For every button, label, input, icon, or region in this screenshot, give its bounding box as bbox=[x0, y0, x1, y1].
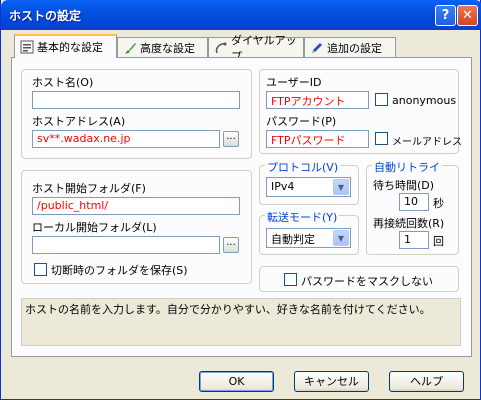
cancel-button[interactable]: キャンセル bbox=[294, 371, 369, 392]
brush-icon bbox=[123, 41, 137, 55]
transfer-mode-value: 自動判定 bbox=[271, 233, 315, 246]
password-input[interactable]: FTPパスワード bbox=[266, 130, 369, 148]
local-folder-label: ローカル開始フォルダ(L) bbox=[32, 221, 157, 234]
transfer-mode-label: 転送モード(Y) bbox=[265, 209, 340, 225]
ok-button[interactable]: OK bbox=[199, 371, 274, 392]
tab-label: 基本的な設定 bbox=[37, 41, 103, 54]
help-button[interactable]: ヘルプ bbox=[389, 371, 464, 392]
close-button[interactable]: ✕ bbox=[457, 5, 478, 26]
host-folder-input[interactable]: /public_html/ bbox=[32, 197, 240, 215]
tab-advanced-settings[interactable]: 高度な設定 bbox=[117, 37, 208, 57]
wait-time-input[interactable]: 10 bbox=[399, 193, 429, 211]
wait-time-unit: 秒 bbox=[433, 197, 444, 210]
host-address-browse-button[interactable]: ... bbox=[223, 131, 239, 147]
host-name-input[interactable] bbox=[32, 91, 240, 109]
host-name-label: ホスト名(O) bbox=[32, 76, 94, 89]
description-text: ホストの名前を入力します。自分で分かりやすい、好きな名前を付けてください。 bbox=[21, 298, 461, 346]
help-title-button[interactable]: ? bbox=[435, 5, 456, 26]
mail-address-checkbox[interactable] bbox=[375, 132, 388, 145]
anonymous-checkbox[interactable] bbox=[375, 93, 388, 106]
mask-password-checkbox[interactable] bbox=[284, 273, 297, 286]
local-folder-browse-button[interactable]: ... bbox=[223, 237, 239, 253]
reconnect-count-label: 再接続回数(R) bbox=[373, 217, 445, 230]
mail-address-label: メールアドレス bbox=[392, 137, 462, 148]
chevron-down-icon[interactable]: ▼ bbox=[333, 230, 349, 246]
password-label: パスワード(P) bbox=[266, 115, 337, 128]
protocol-label: プロトコル(V) bbox=[265, 159, 341, 175]
user-id-label: ユーザーID bbox=[266, 76, 322, 89]
chevron-down-icon[interactable]: ▼ bbox=[333, 179, 349, 195]
local-folder-input[interactable] bbox=[32, 236, 220, 254]
retry-label: 自動リトライ bbox=[372, 159, 442, 175]
tab-basic-settings[interactable]: 基本的な設定 bbox=[14, 34, 117, 58]
anonymous-label: anonymous bbox=[392, 94, 457, 107]
protocol-value: IPv4 bbox=[271, 180, 295, 193]
transfer-mode-select[interactable]: 自動判定 ▼ bbox=[266, 228, 351, 248]
tab-dialup[interactable]: ダイヤルアップ bbox=[208, 34, 304, 63]
user-id-input[interactable]: FTPアカウント bbox=[266, 91, 369, 109]
host-settings-dialog: ホストの設定 ? ✕ 基本的な設定 高度な設定 ダイヤルアップ 追加の設定 ホス… bbox=[0, 0, 481, 400]
tab-additional-settings[interactable]: 追加の設定 bbox=[304, 37, 396, 57]
save-folder-label: 切断時のフォルダを保存(S) bbox=[51, 264, 188, 277]
pen-icon bbox=[310, 41, 324, 55]
title-bar[interactable]: ホストの設定 ? ✕ bbox=[1, 0, 481, 30]
basic-settings-icon bbox=[20, 40, 34, 54]
wait-time-label: 待ち時間(D) bbox=[373, 179, 435, 192]
window-title: ホストの設定 bbox=[9, 9, 82, 23]
host-folder-label: ホスト開始フォルダ(F) bbox=[32, 182, 146, 195]
host-address-input[interactable]: sv**.wadax.ne.jp bbox=[32, 130, 220, 148]
mask-password-label: パスワードをマスクしない bbox=[301, 275, 433, 288]
reconnect-count-unit: 回 bbox=[433, 235, 444, 248]
tab-label: 追加の設定 bbox=[327, 41, 382, 55]
dialup-icon bbox=[214, 41, 228, 55]
tab-label: 高度な設定 bbox=[140, 41, 195, 55]
host-address-label: ホストアドレス(A) bbox=[32, 115, 126, 128]
save-folder-checkbox[interactable] bbox=[34, 263, 47, 276]
protocol-select[interactable]: IPv4 ▼ bbox=[266, 177, 351, 197]
reconnect-count-input[interactable]: 1 bbox=[399, 231, 429, 249]
